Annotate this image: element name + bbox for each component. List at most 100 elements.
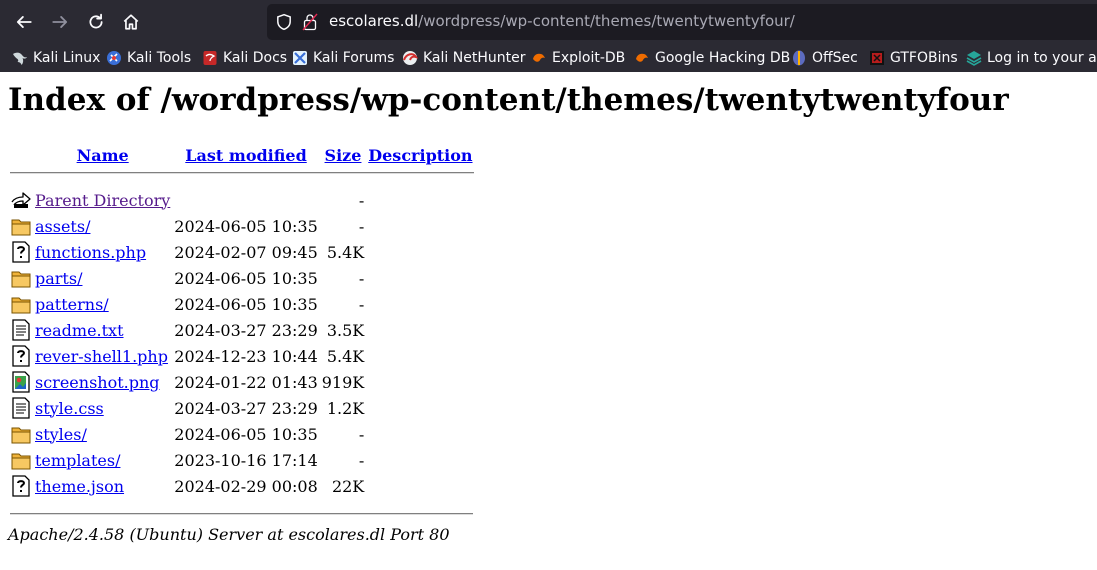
folder-icon: [11, 267, 31, 289]
icon-cell: [10, 318, 32, 342]
size-cell: 5.4K: [326, 346, 365, 366]
file-row: screenshot.png 2024-01-22 01:43 919K: [10, 370, 474, 394]
bookmark-gtfobins[interactable]: GTFOBins: [869, 49, 958, 67]
icon-cell: [10, 240, 32, 264]
bookmark-label: Log in to your acc: [987, 50, 1097, 66]
unknown-file-icon: [11, 475, 31, 497]
reload-icon: [89, 13, 103, 29]
description-cell: [367, 318, 473, 342]
forward-button[interactable]: [46, 8, 74, 36]
size-cell: -: [358, 216, 365, 236]
file-link[interactable]: screenshot.png: [35, 373, 160, 392]
bookmark-google-hacking-db[interactable]: Google Hacking DB: [634, 49, 790, 67]
icon-cell: [10, 422, 32, 446]
header-description: Description: [367, 144, 473, 166]
parent-directory-row: Parent Directory -: [10, 188, 474, 212]
modified-cell: 2024-06-05 10:35: [174, 268, 318, 288]
modified-cell: 2024-06-05 10:35: [174, 216, 318, 236]
bookmark-kali-docs[interactable]: Kali Docs: [202, 49, 287, 67]
folder-icon: [11, 449, 31, 471]
sort-by-description-link[interactable]: Description: [368, 146, 472, 165]
size-cell: 1.2K: [326, 398, 365, 418]
file-link[interactable]: templates/: [35, 451, 120, 470]
icon-cell: [10, 214, 32, 238]
arrow-right-icon: [52, 16, 68, 28]
file-link[interactable]: rever-shell1.php: [35, 347, 168, 366]
back-arrow-icon: [11, 192, 31, 208]
text-file-icon: [11, 319, 31, 341]
description-cell: [367, 188, 473, 212]
bookmark-label: Kali Tools: [127, 50, 192, 66]
insecure-lock-icon[interactable]: [302, 13, 318, 31]
file-link[interactable]: parts/: [35, 269, 82, 288]
file-row: rever-shell1.php 2024-12-23 10:44 5.4K: [10, 344, 474, 368]
file-link[interactable]: readme.txt: [35, 321, 124, 340]
kali-docs-icon: [202, 50, 218, 66]
sort-by-size-link[interactable]: Size: [325, 146, 362, 165]
modified-cell: 2024-06-05 10:35: [174, 424, 318, 444]
modified-cell: 2024-02-07 09:45: [174, 242, 318, 262]
modified-cell: 2023-10-16 17:14: [174, 450, 318, 470]
bookmark-label: Kali Forums: [313, 50, 395, 66]
file-link[interactable]: style.css: [35, 399, 104, 418]
bookmark-label: Google Hacking DB: [655, 50, 791, 66]
bookmark-log-in[interactable]: Log in to your acc: [966, 49, 1097, 67]
parent-directory-link[interactable]: Parent Directory: [35, 191, 170, 210]
tracking-protection-shield-icon[interactable]: [275, 13, 293, 31]
description-cell: [367, 448, 473, 472]
name-cell: templates/: [34, 448, 171, 472]
description-cell: [367, 474, 473, 498]
file-row: styles/ 2024-06-05 10:35 -: [10, 422, 474, 446]
name-cell: rever-shell1.php: [34, 344, 171, 368]
header-icon-cell: [10, 144, 32, 166]
directory-listing-table: Name Last modified Size Description Pare…: [8, 142, 476, 502]
header-size: Size: [321, 144, 366, 166]
back-button[interactable]: [10, 8, 38, 36]
bookmark-kali-forums[interactable]: Kali Forums: [292, 49, 394, 67]
bookmark-exploit-db[interactable]: Exploit-DB: [531, 49, 625, 67]
file-row: theme.json 2024-02-29 00:08 22K: [10, 474, 474, 498]
unknown-file-icon: [11, 345, 31, 367]
size-cell: 919K: [321, 372, 365, 392]
folder-icon: [11, 293, 31, 315]
size-cell: 22K: [331, 476, 365, 496]
server-signature: Apache/2.4.58 (Ubuntu) Server at escolar…: [8, 525, 450, 544]
icon-cell: [10, 292, 32, 316]
size-cell: -: [358, 294, 365, 314]
home-button[interactable]: [117, 8, 145, 36]
sort-by-modified-link[interactable]: Last modified: [185, 146, 306, 165]
bookmark-label: Kali Linux: [33, 50, 101, 66]
url-path: /wordpress/wp-content/themes/twentytwent…: [418, 12, 795, 30]
sort-by-name-link[interactable]: Name: [77, 146, 129, 165]
footer-divider: [10, 513, 473, 515]
unknown-file-icon: [11, 241, 31, 263]
kali-dragon-icon: [12, 50, 28, 66]
bookmark-kali-nethunter[interactable]: Kali NetHunter: [402, 49, 525, 67]
kali-forums-icon: [292, 50, 308, 66]
file-link[interactable]: styles/: [35, 425, 87, 444]
file-row: assets/ 2024-06-05 10:35 -: [10, 214, 474, 238]
name-cell: theme.json: [34, 474, 171, 498]
bookmark-offsec[interactable]: OffSec: [791, 49, 858, 67]
icon-cell: [10, 474, 32, 498]
nethunter-icon: [402, 50, 419, 66]
bookmark-kali-tools[interactable]: Kali Tools: [106, 49, 191, 67]
file-link[interactable]: theme.json: [35, 477, 124, 496]
url-text[interactable]: escolares.dl/wordpress/wp-content/themes…: [329, 12, 795, 30]
kali-tools-icon: [106, 50, 122, 66]
bookmark-kali-linux[interactable]: Kali Linux: [12, 49, 100, 67]
bookmark-label: GTFOBins: [890, 50, 958, 66]
description-cell: [367, 292, 473, 316]
file-link[interactable]: patterns/: [35, 295, 109, 314]
bookmark-label: Kali Docs: [223, 50, 288, 66]
description-cell: [367, 214, 473, 238]
file-row: templates/ 2023-10-16 17:14 -: [10, 448, 474, 472]
bookmark-label: Kali NetHunter: [423, 50, 526, 66]
url-host: escolares.dl: [329, 12, 419, 30]
size-cell: -: [358, 268, 365, 288]
size-cell: -: [358, 190, 365, 210]
address-bar[interactable]: escolares.dl/wordpress/wp-content/themes…: [267, 4, 1097, 40]
file-link[interactable]: functions.php: [35, 243, 146, 262]
file-link[interactable]: assets/: [35, 217, 90, 236]
reload-button[interactable]: [82, 8, 110, 36]
